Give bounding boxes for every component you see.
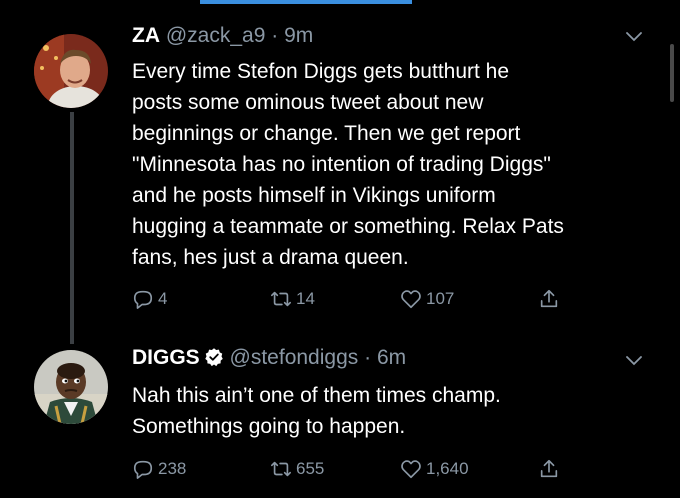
user-handle[interactable]: @stefondiggs xyxy=(230,346,359,369)
verified-badge-icon xyxy=(204,348,223,367)
share-button[interactable] xyxy=(538,454,564,484)
separator-dot: · xyxy=(358,346,377,369)
chevron-down-icon[interactable] xyxy=(626,356,642,366)
avatar[interactable] xyxy=(34,350,108,424)
share-icon xyxy=(540,289,558,308)
avatar-image xyxy=(34,34,108,108)
chevron-down-icon[interactable] xyxy=(626,32,642,42)
tweet-header: DIGGS @stefondiggs · 6m xyxy=(132,346,406,370)
separator-dot: · xyxy=(265,24,285,47)
retweet-button[interactable]: 655 xyxy=(270,454,324,484)
tweet-actions: 4 14 107 xyxy=(132,284,592,314)
reply-count: 4 xyxy=(158,289,168,308)
share-button[interactable] xyxy=(538,284,564,314)
display-name[interactable]: DIGGS xyxy=(132,346,200,369)
tweet-text: Nah this ain’t one of them times champ. … xyxy=(132,384,501,438)
tweet-header: ZA @zack_a9 · 9m xyxy=(132,24,313,48)
retweet-count: 14 xyxy=(296,289,315,308)
tweet-text: Every time Stefon Diggs gets butthurt he… xyxy=(132,60,564,269)
share-icon xyxy=(540,459,558,478)
like-button[interactable]: 1,640 xyxy=(400,454,469,484)
retweet-icon xyxy=(271,291,291,307)
user-handle[interactable]: @zack_a9 xyxy=(166,24,266,47)
retweet-button[interactable]: 14 xyxy=(270,284,315,314)
avatar-image xyxy=(34,350,108,424)
heart-icon xyxy=(401,290,421,309)
like-button[interactable]: 107 xyxy=(400,284,454,314)
thread-connector-line xyxy=(70,112,74,344)
reply-icon xyxy=(133,290,153,309)
tweet-timestamp[interactable]: 9m xyxy=(284,24,313,47)
reply-button[interactable]: 4 xyxy=(132,284,167,314)
like-count: 107 xyxy=(426,289,455,308)
display-name[interactable]: ZA xyxy=(132,24,160,47)
tweet[interactable]: DIGGS @stefondiggs · 6m Nah this ain’t o… xyxy=(0,338,680,498)
avatar[interactable] xyxy=(34,34,108,108)
heart-icon xyxy=(401,460,421,479)
tweet-timestamp[interactable]: 6m xyxy=(377,346,406,369)
retweet-icon xyxy=(271,461,291,477)
like-count: 1,640 xyxy=(426,459,469,478)
retweet-count: 655 xyxy=(296,459,325,478)
reply-count: 238 xyxy=(158,459,187,478)
reply-icon xyxy=(133,460,153,479)
tweet-actions: 238 655 1,640 xyxy=(132,454,592,484)
tweet[interactable]: ZA @zack_a9 · 9m Every time Stefon Diggs… xyxy=(0,0,680,344)
reply-button[interactable]: 238 xyxy=(132,454,186,484)
